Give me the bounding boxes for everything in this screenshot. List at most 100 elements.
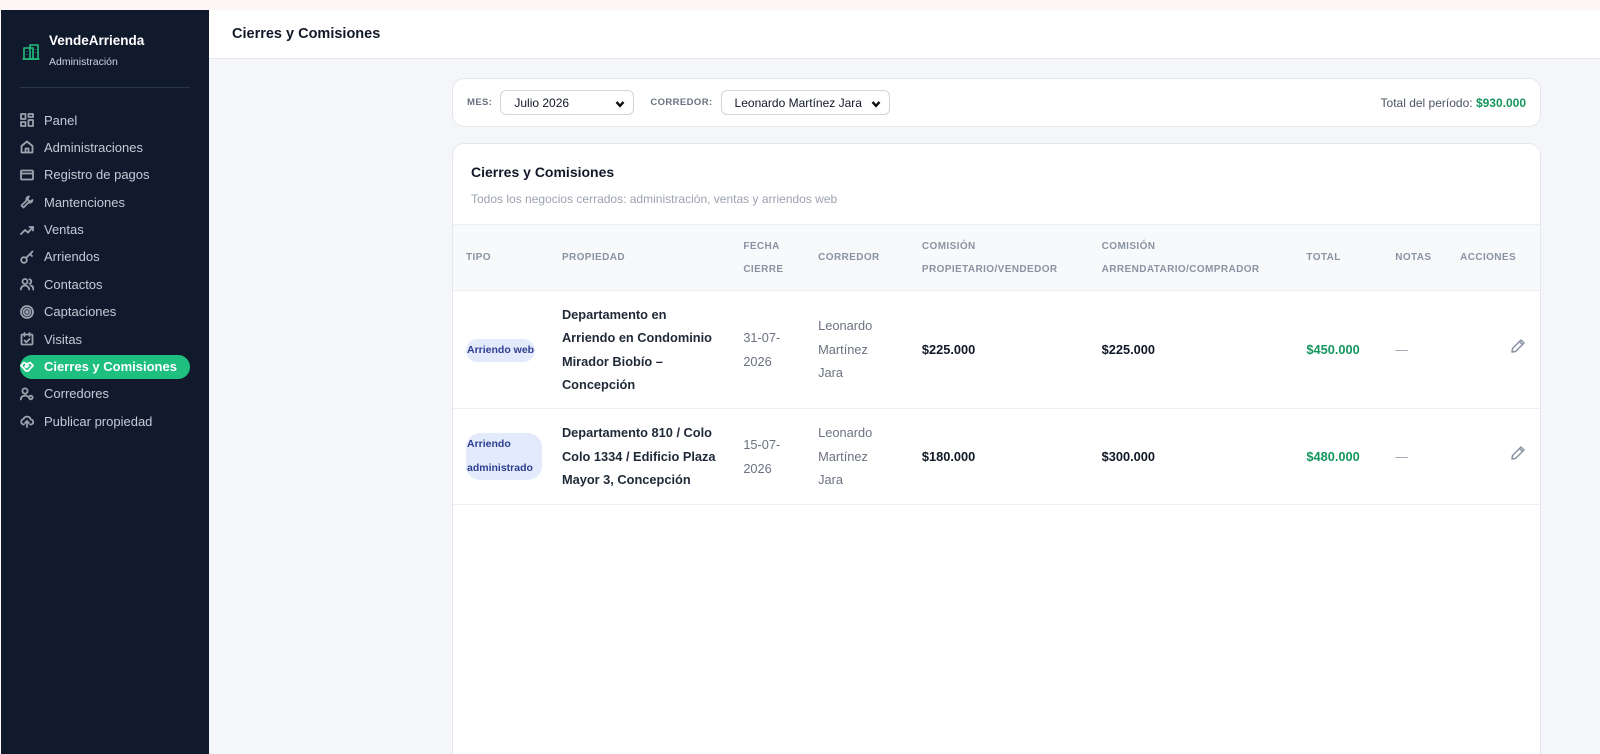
sidebar-divider (20, 87, 190, 88)
sidebar-item-label: Panel (44, 112, 78, 128)
period-total: Total del período: $930.000 (1381, 96, 1526, 110)
chevron-down-icon (871, 98, 881, 108)
period-total-label: Total del período: (1380, 95, 1473, 110)
type-badge-line: Arriendo web (467, 343, 535, 356)
date-line: 2026 (743, 353, 772, 369)
col-com-arr-line: COMISIÓN (1101, 240, 1156, 252)
cell-comision-propietario: $225.000 (921, 341, 976, 357)
sidebar-item-label: Registro de pagos (44, 167, 150, 183)
cell-comision-arrendatario: $300.000 (1101, 448, 1156, 464)
cloud-upload-icon (20, 414, 35, 429)
col-fecha-line: CIERRE (743, 263, 784, 275)
calendar-check-icon (20, 332, 34, 346)
cell-corredor: Leonardo Martínez Jara (812, 291, 916, 409)
col-propiedad: PROPIEDAD (561, 252, 625, 263)
cell-propiedad[interactable]: Departamento 810 / Colo Colo 1334 / Edif… (556, 409, 737, 505)
table-header-row: TIPO PROPIEDAD FECHA CIERRE CORREDOR COMI… (453, 224, 1540, 291)
broker-select[interactable]: Leonardo Martínez Jara (720, 90, 890, 115)
col-tipo: TIPO (466, 252, 491, 263)
building-icon (21, 42, 41, 62)
sidebar-item-ventas[interactable]: Ventas (20, 218, 190, 242)
card-header: Cierres y Comisiones Todos los negocios … (453, 144, 1540, 224)
handshake-icon (20, 360, 34, 374)
wrench-icon (20, 195, 34, 209)
sidebar-item-label: Captaciones (44, 304, 117, 320)
cell-propiedad[interactable]: Departamento en Arriendo en Condominio M… (556, 291, 737, 409)
sidebar-item-arriendos[interactable]: Arriendos (20, 245, 190, 269)
chevron-down-icon (615, 98, 625, 108)
sidebar-item-label: Publicar propiedad (44, 413, 153, 429)
broker-label: CORREDOR: (650, 97, 713, 108)
closings-table: TIPO PROPIEDAD FECHA CIERRE CORREDOR COMI… (453, 224, 1540, 505)
sidebar-item-administraciones[interactable]: Administraciones (20, 135, 190, 159)
home-icon (20, 140, 34, 154)
cell-comision-arrendatario: $225.000 (1101, 341, 1156, 357)
type-badge-line: Arriendo (467, 438, 511, 450)
sidebar-item-registro-pagos[interactable]: Registro de pagos (20, 163, 190, 187)
broker-line: Leonardo (818, 425, 873, 441)
table-row: Arriendo web Departamento en Arriendo en… (453, 291, 1540, 409)
month-select-value: Julio 2026 (514, 95, 570, 110)
sidebar-item-label: Cierres y Comisiones (44, 359, 177, 375)
brand[interactable]: VendeArrienda Administración (1, 10, 209, 68)
edit-icon[interactable] (1510, 339, 1526, 357)
property-line: Mirador Biobío – (561, 353, 663, 369)
period-total-value: $930.000 (1475, 95, 1526, 110)
sidebar-item-corredores[interactable]: Corredores (19, 382, 190, 406)
sidebar-item-visitas[interactable]: Visitas (20, 327, 190, 351)
cell-fecha: 31-07- 2026 (737, 291, 812, 409)
col-com-prop-line: COMISIÓN (921, 240, 976, 252)
sidebar-item-label: Ventas (44, 222, 84, 238)
type-badge: Arriendo web (466, 338, 536, 363)
property-line: Arriendo en Condominio (561, 330, 712, 345)
property-line: Departamento en (561, 306, 667, 322)
property-line: Departamento 810 / Colo (561, 425, 712, 441)
cell-acciones (1454, 291, 1540, 409)
sidebar-item-label: Mantenciones (44, 194, 125, 210)
card-description: Todos los negocios cerrados: administrac… (471, 192, 838, 206)
table-row: Arriendo administrado Departamento 810 / … (453, 409, 1540, 505)
sidebar-item-label: Corredores (44, 386, 110, 402)
col-com-prop-line: PROPIETARIO/VENDEDOR (921, 263, 1058, 275)
key-icon (20, 250, 34, 264)
sidebar-item-captaciones[interactable]: Captaciones (20, 300, 190, 324)
col-corredor: CORREDOR (818, 252, 880, 263)
brand-subtitle: Administración (49, 56, 118, 68)
page-title: Cierres y Comisiones (232, 26, 381, 42)
date-line: 15-07- (743, 437, 781, 452)
property-line: Colo 1334 / Edificio Plaza (561, 448, 716, 464)
main-area: Cierres y Comisiones MES: Julio 2026 COR… (209, 10, 1600, 754)
cell-total: $450.000 (1306, 341, 1360, 357)
sidebar-item-cierres-comisiones[interactable]: Cierres y Comisiones (20, 354, 190, 379)
type-badge: Arriendo administrado (466, 433, 542, 480)
sidebar-item-label: Arriendos (44, 249, 100, 265)
property-line: Mayor 3, Concepción (561, 472, 691, 488)
edit-icon[interactable] (1510, 446, 1526, 464)
broker-line: Jara (818, 365, 844, 381)
sidebar-item-publicar-propiedad[interactable]: Publicar propiedad (20, 409, 190, 433)
col-fecha-cierre: FECHA CIERRE (737, 225, 812, 291)
broker-line: Jara (818, 472, 844, 488)
property-line: Concepción (561, 377, 636, 392)
cell-notas: — (1395, 448, 1408, 464)
sidebar-item-contactos[interactable]: Contactos (19, 272, 190, 296)
col-com-arr-line: ARRENDATARIO/COMPRADOR (1101, 263, 1260, 275)
cell-tipo: Arriendo web (453, 291, 556, 409)
date-line: 31-07- (743, 330, 781, 345)
target-icon (20, 304, 34, 319)
col-fecha-line: FECHA (743, 240, 780, 252)
type-badge-line: administrado (467, 461, 533, 474)
filter-bar: MES: Julio 2026 CORREDOR: Leonardo Martí… (452, 78, 1541, 127)
month-select[interactable]: Julio 2026 (500, 90, 635, 115)
sidebar-item-panel[interactable]: Panel (20, 108, 190, 132)
credit-card-icon (20, 168, 34, 182)
cell-comision-propietario: $180.000 (921, 448, 976, 464)
cell-acciones (1454, 409, 1540, 505)
col-total: TOTAL (1306, 252, 1341, 263)
sidebar-item-label: Administraciones (44, 139, 143, 155)
col-notas: NOTAS (1395, 252, 1432, 263)
broker-line: Martínez (818, 341, 868, 357)
broker-line: Leonardo (818, 318, 873, 334)
sidebar-item-mantenciones[interactable]: Mantenciones (20, 190, 190, 214)
cell-tipo: Arriendo administrado (453, 409, 556, 505)
